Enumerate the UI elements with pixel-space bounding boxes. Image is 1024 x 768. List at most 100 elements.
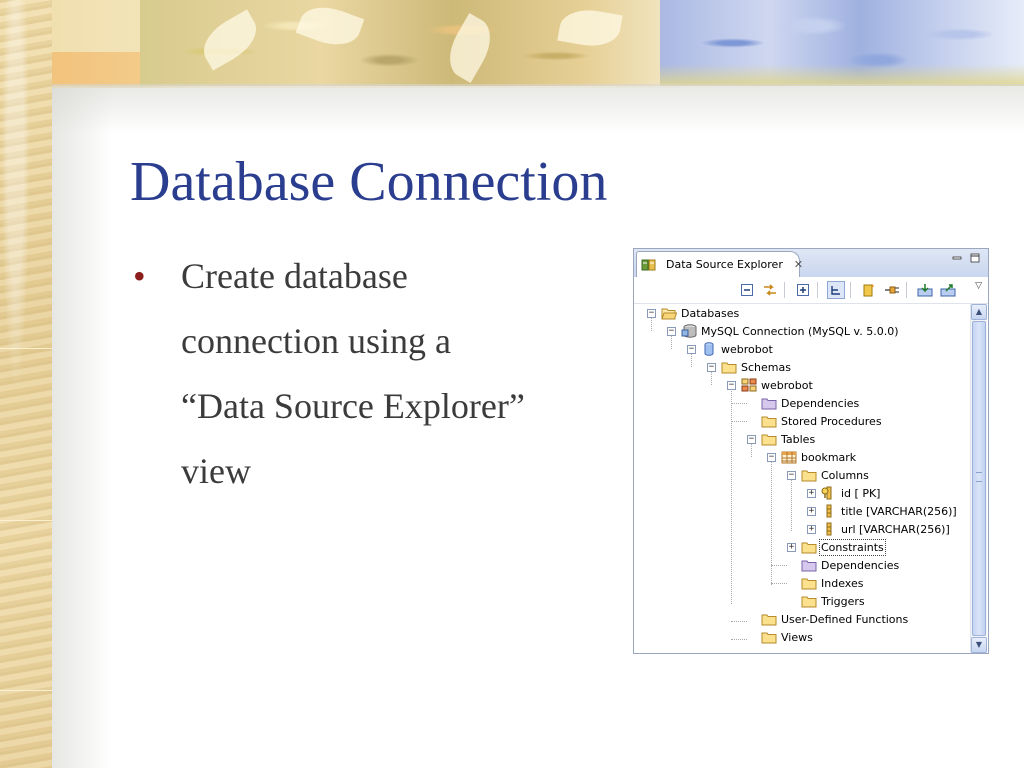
expand-toggle-icon[interactable]: + xyxy=(807,524,816,534)
blue-flowers-image xyxy=(660,0,1024,86)
tree-label: Schemas xyxy=(741,360,791,374)
tree-label: webrobot xyxy=(761,378,813,392)
scroll-thumb[interactable] xyxy=(972,321,986,636)
maximize-icon[interactable] xyxy=(970,253,980,263)
tree-item-mysql-connection[interactable]: − MySQL Connection (MySQL v. 5.0.0) xyxy=(667,322,899,340)
collapse-toggle-icon[interactable]: − xyxy=(727,380,736,390)
tree-item-schemas[interactable]: − Schemas xyxy=(707,358,791,376)
hierarchy-view-icon[interactable] xyxy=(827,281,845,299)
tree-label: MySQL Connection (MySQL v. 5.0.0) xyxy=(701,324,899,338)
bullet-marker: • xyxy=(133,256,146,296)
tree-label: Dependencies xyxy=(781,396,860,410)
minimize-icon[interactable] xyxy=(952,253,962,263)
tree-item-table-dependencies[interactable]: Dependencies xyxy=(787,556,899,574)
tree-label: Stored Procedures xyxy=(781,414,882,428)
column-icon xyxy=(821,504,837,518)
collapse-toggle-icon[interactable]: − xyxy=(747,434,756,444)
tree-label: bookmark xyxy=(801,450,857,464)
expand-all-icon[interactable] xyxy=(794,281,812,299)
bullet-line-3: “Data Source Explorer” xyxy=(181,386,525,426)
folder-icon xyxy=(801,594,817,608)
expand-toggle-icon[interactable]: + xyxy=(807,488,816,498)
tree-label: Databases xyxy=(681,306,740,320)
schema-icon xyxy=(741,378,757,392)
view-menu-icon[interactable]: ▽ xyxy=(975,281,982,291)
connect-icon[interactable] xyxy=(883,281,901,299)
purple-folder-icon xyxy=(761,396,777,410)
tree-item-column-title[interactable]: + title [VARCHAR(256)] xyxy=(807,502,957,520)
tree-label: title [VARCHAR(256)] xyxy=(841,504,957,518)
slide-title: Database Connection xyxy=(130,151,608,213)
tree-item-columns[interactable]: − Columns xyxy=(787,466,869,484)
tree-label: id [ PK] xyxy=(841,486,881,500)
folder-icon xyxy=(761,612,777,626)
explorer-tree: − Databases − MySQL Connection (MySQL v.… xyxy=(634,304,967,653)
left-decor-band xyxy=(0,0,52,768)
scroll-up-icon[interactable]: ▲ xyxy=(971,304,987,320)
data-source-explorer-tab[interactable]: Data Source Explorer ✕ xyxy=(636,251,803,277)
folder-icon xyxy=(721,360,737,374)
bullet-line-4: view xyxy=(181,451,251,491)
table-icon xyxy=(781,450,797,464)
bullet-text: Create database connection using a “Data… xyxy=(181,244,611,504)
bullet-line-1: Create database xyxy=(181,256,408,296)
collapse-toggle-icon[interactable]: − xyxy=(687,344,696,354)
tree-item-dependencies[interactable]: Dependencies xyxy=(747,394,859,412)
tree-label: Constraints xyxy=(819,538,886,556)
scroll-down-icon[interactable]: ▼ xyxy=(971,637,987,653)
tree-label: Triggers xyxy=(821,594,865,608)
tree-item-databases[interactable]: − Databases xyxy=(647,304,739,322)
tree-item-column-url[interactable]: + url [VARCHAR(256)] xyxy=(807,520,950,538)
export-icon[interactable] xyxy=(939,281,957,299)
data-source-explorer-view: Data Source Explorer ✕ ▽ − Databases − M… xyxy=(633,248,989,654)
tab-label: Data Source Explorer xyxy=(666,258,783,271)
data-source-explorer-icon xyxy=(641,258,657,272)
collapse-toggle-icon[interactable]: − xyxy=(647,308,656,318)
collapse-toggle-icon[interactable]: − xyxy=(767,452,776,462)
tree-item-webrobot-database[interactable]: − webrobot xyxy=(687,340,773,358)
tree-label: webrobot xyxy=(721,342,773,356)
purple-folder-icon xyxy=(801,558,817,572)
tree-label: Views xyxy=(781,630,813,644)
collapse-toggle-icon[interactable]: − xyxy=(707,362,716,372)
expand-toggle-icon[interactable]: + xyxy=(807,506,816,516)
link-with-editor-icon[interactable] xyxy=(761,281,779,299)
tree-label: Columns xyxy=(821,468,869,482)
folder-icon xyxy=(761,414,777,428)
vertical-scrollbar[interactable]: ▲ ▼ xyxy=(970,304,987,653)
column-icon xyxy=(821,522,837,536)
folder-icon xyxy=(761,432,777,446)
collapse-toggle-icon[interactable]: − xyxy=(787,470,796,480)
tree-item-stored-procedures[interactable]: Stored Procedures xyxy=(747,412,882,430)
tree-item-indexes[interactable]: Indexes xyxy=(787,574,863,592)
tree-item-user-defined-functions[interactable]: User-Defined Functions xyxy=(747,610,908,628)
open-folder-icon xyxy=(661,306,677,320)
database-icon xyxy=(701,342,717,356)
tree-item-bookmark-table[interactable]: − bookmark xyxy=(767,448,856,466)
tree-label: Tables xyxy=(781,432,816,446)
tree-item-triggers[interactable]: Triggers xyxy=(787,592,865,610)
folder-icon xyxy=(801,576,817,590)
tree-item-constraints[interactable]: + Constraints xyxy=(787,538,886,556)
folder-icon xyxy=(761,630,777,644)
tree-label: Dependencies xyxy=(821,558,900,572)
tree-item-column-id[interactable]: + id [ PK] xyxy=(807,484,880,502)
tree-item-views[interactable]: Views xyxy=(747,628,813,646)
tree-item-webrobot-schema[interactable]: − webrobot xyxy=(727,376,813,394)
database-connection-icon xyxy=(681,324,697,338)
import-icon[interactable] xyxy=(916,281,934,299)
tree-label: User-Defined Functions xyxy=(781,612,909,626)
bullet-line-2: connection using a xyxy=(181,321,451,361)
expand-toggle-icon[interactable]: + xyxy=(787,542,796,552)
collapse-all-icon[interactable] xyxy=(738,281,756,299)
folder-icon xyxy=(801,468,817,482)
tree-item-tables[interactable]: − Tables xyxy=(747,430,815,448)
close-icon[interactable]: ✕ xyxy=(794,258,803,271)
header-shadow xyxy=(52,84,1024,134)
collapse-toggle-icon[interactable]: − xyxy=(667,326,676,336)
left-shadow xyxy=(52,88,112,768)
view-tab-bar: Data Source Explorer ✕ xyxy=(634,249,988,277)
new-connection-icon[interactable] xyxy=(860,281,878,299)
tree-label: Indexes xyxy=(821,576,864,590)
autumn-leaves-image xyxy=(140,0,660,86)
